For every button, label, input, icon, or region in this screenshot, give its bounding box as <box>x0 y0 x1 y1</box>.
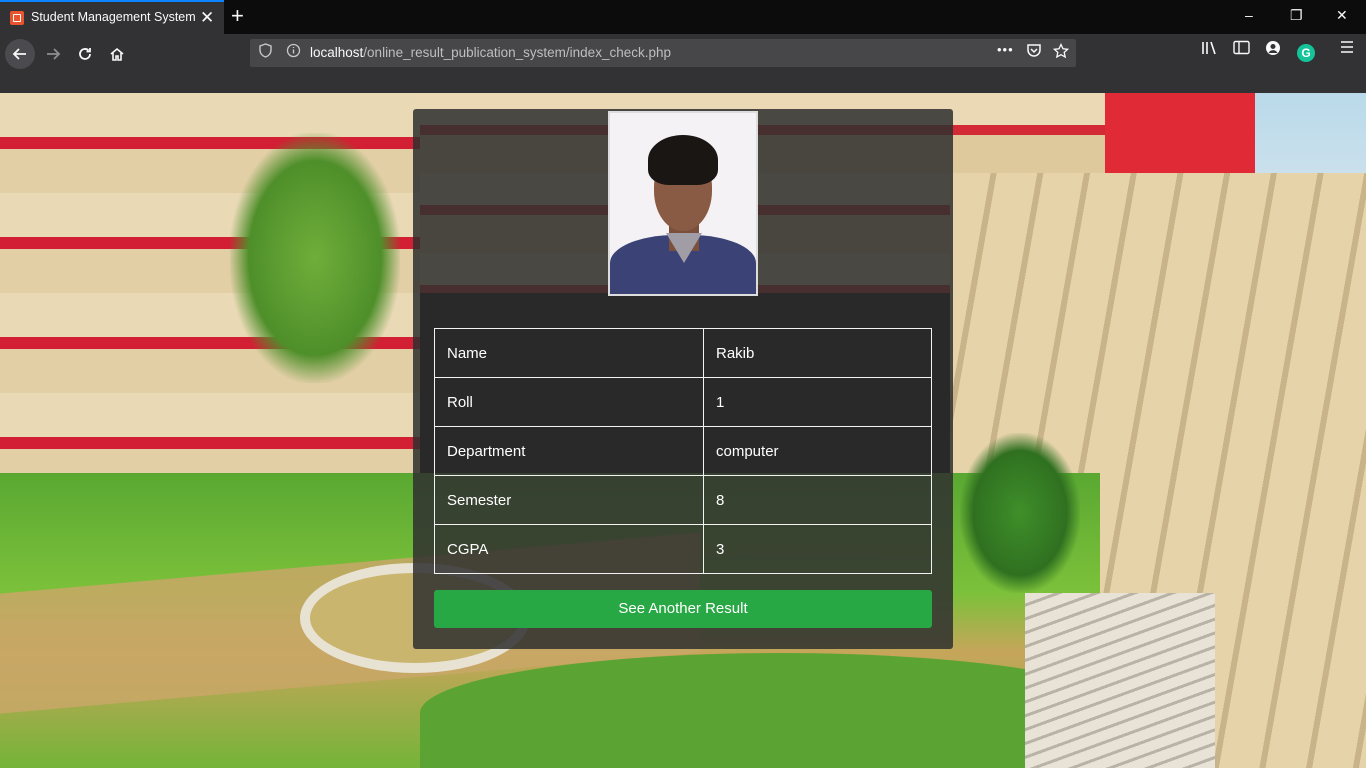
reload-icon <box>79 48 91 60</box>
hamburger-menu-icon[interactable] <box>1340 40 1354 59</box>
see-another-result-button[interactable]: See Another Result <box>434 590 932 628</box>
forward-button[interactable] <box>38 39 68 69</box>
row-value: computer <box>703 426 932 476</box>
arrow-left-icon <box>12 48 26 60</box>
new-tab-button[interactable]: + <box>231 3 244 29</box>
home-button[interactable] <box>102 39 132 69</box>
student-photo <box>608 111 758 296</box>
library-icon[interactable] <box>1201 40 1219 61</box>
row-label: CGPA <box>434 524 704 574</box>
student-info-table: Name Rakib Roll 1 Department computer Se… <box>434 328 932 574</box>
navigation-toolbar: localhost/online_result_publication_syst… <box>0 34 1366 74</box>
sidebar-icon[interactable] <box>1233 40 1250 60</box>
row-value: Rakib <box>703 328 932 378</box>
browser-chrome: Student Management System ✕ + – ❐ ✕ loca <box>0 0 1366 93</box>
tab-bar: Student Management System ✕ + – ❐ ✕ <box>0 0 1366 34</box>
url-text[interactable]: localhost/online_result_publication_syst… <box>310 45 671 60</box>
url-bar[interactable]: localhost/online_result_publication_syst… <box>250 39 1076 67</box>
back-button[interactable] <box>5 39 35 69</box>
home-icon <box>110 47 124 61</box>
row-label: Semester <box>434 475 704 525</box>
table-row: CGPA 3 <box>434 524 932 574</box>
page-content: Name Rakib Roll 1 Department computer Se… <box>0 93 1366 768</box>
row-label: Name <box>434 328 704 378</box>
toolbar-spacer <box>0 74 1366 93</box>
tab-title: Student Management System <box>31 10 196 24</box>
row-value: 3 <box>703 524 932 574</box>
info-icon[interactable] <box>286 43 301 61</box>
table-row: Name Rakib <box>434 328 932 378</box>
result-card: Name Rakib Roll 1 Department computer Se… <box>413 109 953 649</box>
xampp-favicon-icon <box>10 11 24 25</box>
row-value: 8 <box>703 475 932 525</box>
shield-icon[interactable] <box>259 43 272 61</box>
star-icon[interactable] <box>1052 42 1070 62</box>
page-actions-more-icon[interactable]: ••• <box>997 42 1014 57</box>
row-label: Department <box>434 426 704 476</box>
grammarly-extension-icon[interactable]: G <box>1297 44 1315 62</box>
table-row: Roll 1 <box>434 377 932 427</box>
account-icon[interactable] <box>1265 40 1281 61</box>
restore-button[interactable]: ❐ <box>1290 7 1303 24</box>
tab-active[interactable]: Student Management System ✕ <box>0 0 224 34</box>
reload-button[interactable] <box>70 39 100 69</box>
row-value: 1 <box>703 377 932 427</box>
tab-close-icon[interactable]: ✕ <box>200 8 214 28</box>
table-row: Department computer <box>434 426 932 476</box>
arrow-right-icon <box>47 48 61 60</box>
minimize-button[interactable]: – <box>1245 7 1253 23</box>
pocket-icon[interactable] <box>1026 43 1042 61</box>
close-window-button[interactable]: ✕ <box>1336 7 1348 24</box>
row-label: Roll <box>434 377 704 427</box>
table-row: Semester 8 <box>434 475 932 525</box>
